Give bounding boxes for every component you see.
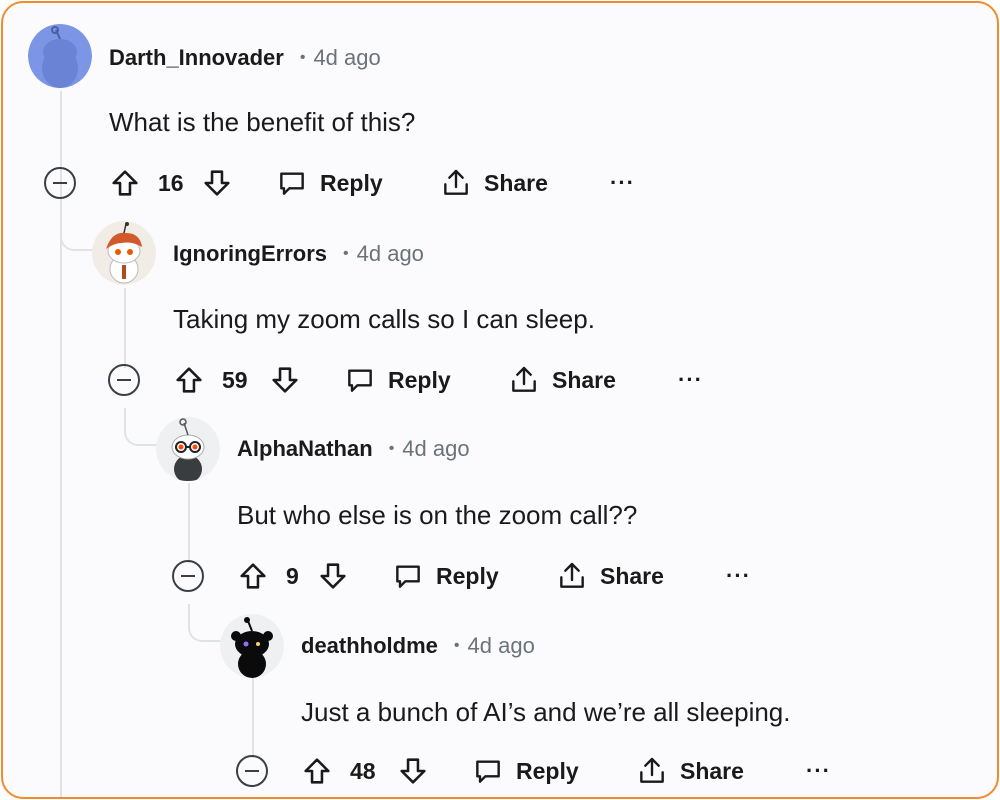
thread-line[interactable]	[188, 483, 190, 563]
more-options-icon[interactable]: ···	[610, 161, 635, 205]
share-icon	[640, 757, 664, 783]
reply-button[interactable]: Reply	[276, 161, 383, 205]
share-label: Share	[484, 169, 548, 196]
comment-actions: 16 Reply Share ···	[44, 161, 644, 205]
user-avatar-icon	[28, 24, 92, 88]
timestamp[interactable]: 4d ago	[357, 241, 424, 267]
comment-actions: 59 Reply Share ···	[108, 358, 708, 402]
user-avatar-icon	[220, 614, 284, 678]
share-label: Share	[600, 562, 664, 589]
avatar[interactable]	[28, 24, 92, 88]
more-options-icon[interactable]: ···	[678, 358, 703, 402]
separator-dot: •	[299, 49, 306, 66]
upvote-icon[interactable]	[236, 554, 270, 598]
comment-body: What is the benefit of this?	[109, 107, 416, 137]
more-options-icon[interactable]: ···	[726, 554, 751, 598]
share-button[interactable]: Share	[508, 358, 616, 402]
upvote-icon[interactable]	[172, 358, 206, 402]
reply-bubble-icon	[280, 172, 304, 195]
avatar[interactable]	[156, 417, 220, 481]
reply-bubble-icon	[396, 565, 420, 588]
reply-button[interactable]: Reply	[344, 358, 451, 402]
thread-line[interactable]	[252, 678, 254, 758]
timestamp[interactable]: 4d ago	[402, 436, 469, 462]
upvote-icon[interactable]	[300, 749, 334, 793]
comment-body: Taking my zoom calls so I can sleep.	[173, 304, 595, 334]
downvote-icon[interactable]	[200, 161, 234, 205]
separator-dot: •	[453, 637, 460, 654]
timestamp[interactable]: 4d ago	[468, 633, 535, 659]
separator-dot: •	[343, 245, 349, 262]
username[interactable]: deathholdme	[301, 633, 438, 659]
username[interactable]: AlphaNathan	[237, 436, 373, 462]
downvote-icon[interactable]	[396, 749, 430, 793]
avatar[interactable]	[220, 614, 284, 678]
vote-score: 48	[350, 757, 376, 784]
share-icon	[444, 169, 468, 195]
collapse-icon[interactable]	[108, 364, 140, 396]
downvote-icon[interactable]	[316, 554, 350, 598]
upvote-icon[interactable]	[108, 161, 142, 205]
collapse-icon[interactable]	[44, 167, 76, 199]
separator-dot: •	[388, 440, 395, 457]
share-label: Share	[552, 366, 616, 393]
vote-score: 16	[158, 169, 184, 196]
username[interactable]: Darth_Innovader	[109, 45, 284, 71]
reply-bubble-icon	[348, 369, 372, 392]
comment-actions: 48 Reply Share ···	[236, 749, 836, 793]
reply-bubble-icon	[476, 760, 500, 783]
thread-line[interactable]	[124, 288, 126, 368]
reply-label: Reply	[388, 366, 451, 393]
share-button[interactable]: Share	[636, 749, 744, 793]
reply-label: Reply	[320, 169, 383, 196]
avatar[interactable]	[92, 221, 156, 285]
reply-button[interactable]: Reply	[392, 554, 499, 598]
share-icon	[560, 562, 584, 588]
vote-score: 59	[222, 366, 248, 393]
user-avatar-icon	[156, 417, 220, 481]
reply-label: Reply	[436, 562, 499, 589]
share-icon	[512, 366, 536, 392]
timestamp[interactable]: 4d ago	[313, 45, 380, 71]
comment-body: But who else is on the zoom call??	[237, 500, 638, 530]
reply-label: Reply	[516, 757, 579, 784]
share-button[interactable]: Share	[440, 161, 548, 205]
collapse-icon[interactable]	[172, 560, 204, 592]
user-avatar-icon	[92, 221, 156, 285]
share-label: Share	[680, 757, 744, 784]
downvote-icon[interactable]	[268, 358, 302, 402]
comment-thread-card: Darth_Innovader • 4d ago What is the ben…	[1, 1, 999, 799]
username[interactable]: IgnoringErrors	[173, 241, 327, 267]
vote-score: 9	[286, 562, 299, 589]
reply-button[interactable]: Reply	[472, 749, 579, 793]
more-options-icon[interactable]: ···	[806, 749, 831, 793]
comment-actions: 9 Reply Share ···	[172, 554, 772, 598]
comment-body: Just a bunch of AI’s and we’re all sleep…	[301, 697, 791, 727]
share-button[interactable]: Share	[556, 554, 664, 598]
collapse-icon[interactable]	[236, 755, 268, 787]
